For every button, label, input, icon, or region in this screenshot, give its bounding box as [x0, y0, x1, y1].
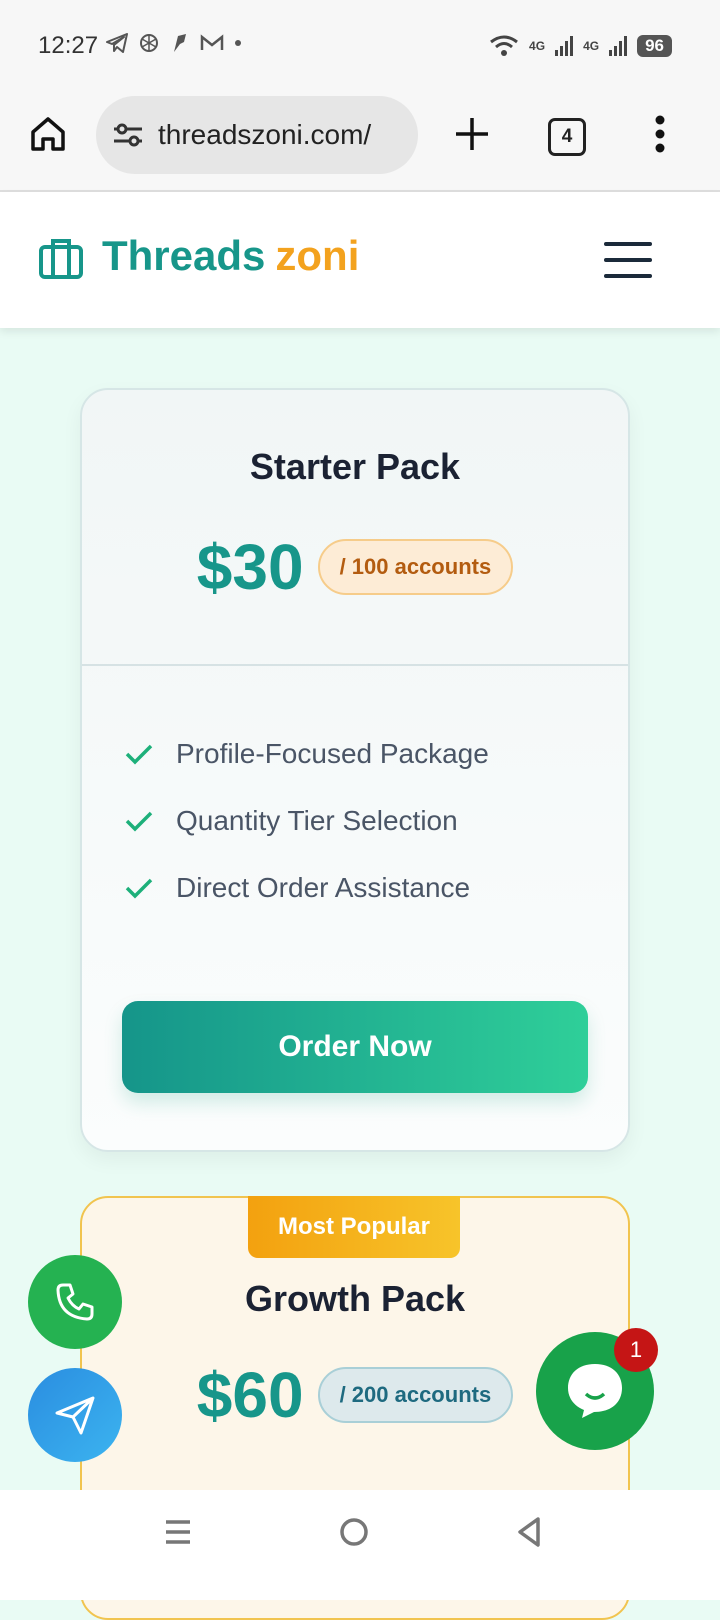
- price: $30: [196, 531, 304, 603]
- browser-toolbar: threadszoni.com/ 4: [0, 92, 720, 192]
- status-bar: 12:27 4G 4G 96: [0, 0, 720, 92]
- list-item: Quantity Tier Selection: [124, 787, 489, 854]
- more-vert-icon[interactable]: [654, 114, 666, 154]
- signal-icon: [609, 36, 628, 56]
- list-item: Profile-Focused Package: [124, 720, 489, 787]
- price-row: $30 / 100 accounts: [82, 530, 628, 604]
- feature-label: Direct Order Assistance: [176, 871, 471, 903]
- home-circle-icon[interactable]: [334, 1512, 374, 1552]
- url-text[interactable]: threadszoni.com/: [158, 119, 402, 151]
- pricing-card-starter: Starter Pack $30 / 100 accounts Profile-…: [80, 388, 630, 1152]
- notification-badge: 1: [614, 1328, 658, 1372]
- briefcase-icon[interactable]: [38, 236, 86, 280]
- recents-icon[interactable]: [158, 1512, 198, 1552]
- address-bar[interactable]: threadszoni.com/: [96, 96, 418, 174]
- call-button[interactable]: [28, 1255, 122, 1349]
- tune-icon[interactable]: [112, 119, 144, 151]
- check-icon: [125, 744, 153, 764]
- price: $60: [196, 1359, 304, 1431]
- most-popular-badge: Most Popular: [248, 1196, 460, 1258]
- site-logo[interactable]: Threads zoni: [102, 232, 359, 280]
- brand-part1: Threads: [102, 232, 266, 279]
- price-unit-badge: / 200 accounts: [317, 1367, 514, 1423]
- tab-count: 4: [561, 126, 573, 147]
- feature-label: Quantity Tier Selection: [176, 804, 458, 836]
- battery-icon: 96: [637, 35, 672, 57]
- price-unit-badge: / 100 accounts: [317, 539, 514, 595]
- brand-part2: zoni: [275, 232, 360, 279]
- hamburger-icon[interactable]: [604, 242, 652, 278]
- card-title: Starter Pack: [249, 446, 461, 487]
- telegram-button[interactable]: [28, 1368, 122, 1462]
- openai-icon: [140, 34, 158, 52]
- feature-list: Profile-Focused Package Quantity Tier Se…: [124, 720, 489, 921]
- send-icon: [55, 1396, 95, 1435]
- status-system-icons: 4G 4G 96: [489, 34, 672, 58]
- site-header: Threads zoni: [0, 192, 720, 328]
- list-item: Direct Order Assistance: [124, 854, 489, 921]
- signal-label-1: 4G: [529, 39, 546, 53]
- dot-icon: [235, 40, 241, 46]
- signal-label-2: 4G: [583, 39, 600, 53]
- check-icon: [125, 811, 153, 831]
- app-icon: [174, 34, 186, 52]
- plus-icon[interactable]: [452, 114, 492, 154]
- card-title: Growth Pack: [244, 1278, 466, 1319]
- phone-icon: [56, 1283, 94, 1321]
- gmail-icon: [200, 34, 224, 50]
- order-now-button[interactable]: Order Now: [122, 1001, 588, 1093]
- feature-label: Profile-Focused Package: [176, 737, 489, 769]
- status-notification-icons: [106, 32, 242, 54]
- signal-icon: [555, 36, 574, 56]
- back-icon[interactable]: [510, 1512, 550, 1552]
- home-icon[interactable]: [28, 114, 68, 154]
- chat-icon: [568, 1364, 622, 1418]
- divider: [82, 664, 628, 666]
- check-icon: [125, 878, 153, 898]
- system-nav-bar: [0, 1490, 720, 1600]
- status-time: 12:27: [38, 32, 99, 59]
- tabs-icon[interactable]: 4: [548, 118, 586, 156]
- wifi-icon: [490, 35, 518, 56]
- telegram-icon: [106, 33, 128, 53]
